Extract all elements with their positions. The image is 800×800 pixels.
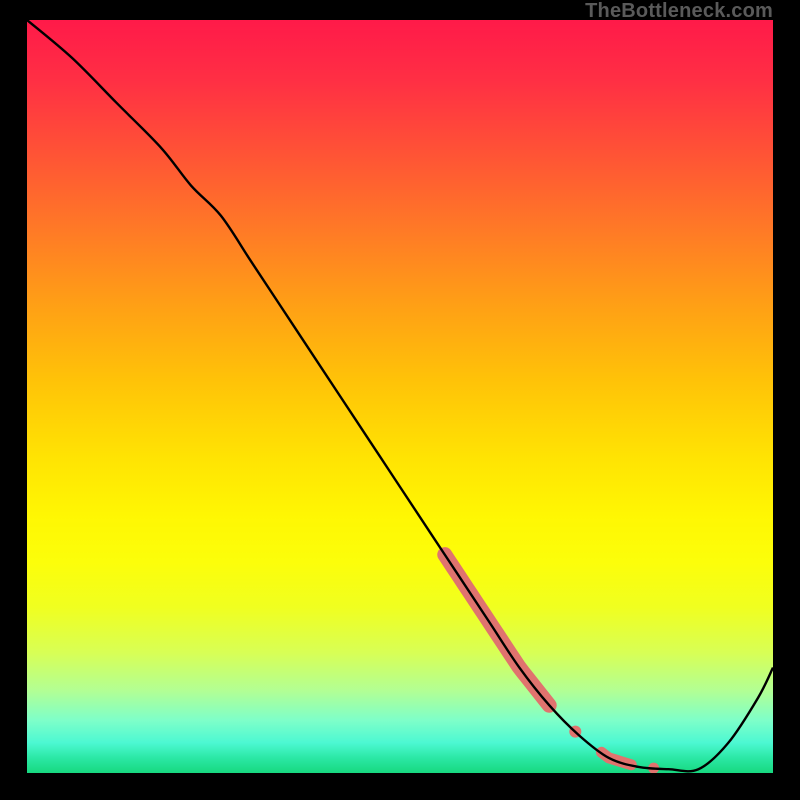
plot-area xyxy=(27,20,773,773)
chart-frame: TheBottleneck.com xyxy=(0,0,800,800)
highlight-segment xyxy=(601,752,631,764)
chart-svg xyxy=(27,20,773,773)
bottleneck-curve xyxy=(27,20,773,771)
highlight-overlay xyxy=(445,555,659,773)
watermark-text: TheBottleneck.com xyxy=(585,0,773,23)
